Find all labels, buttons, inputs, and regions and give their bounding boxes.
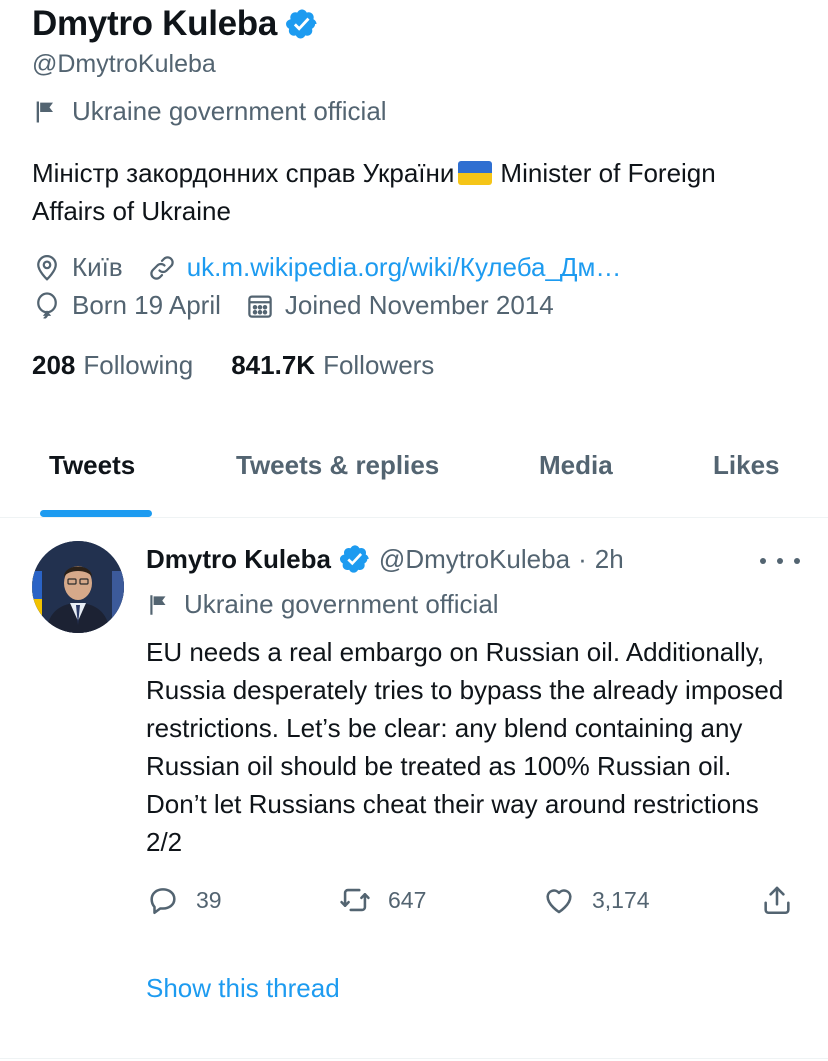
avatar-image [32,541,124,633]
separator-dot: · [578,543,587,574]
joined-item: Joined November 2014 [245,290,554,321]
profile-meta-row-2: Born 19 April Joined November 2014 [32,290,578,321]
tweet-text: EU needs a real embargo on Russian oil. … [146,637,784,857]
profile-handle: @DmytroKuleba [32,50,216,78]
share-icon [764,886,790,915]
active-tab-indicator [40,510,152,517]
divider [0,1058,828,1059]
tweet-card[interactable]: Dmytro Kuleba @DmytroKuleba · 2h Ukraine… [0,519,828,1059]
following-label: Following [83,350,194,380]
tweet-affiliation-label: Ukraine government official [146,589,499,620]
reply-count: 39 [196,886,222,913]
website-item[interactable]: uk.m.wikipedia.org/wiki/Кулеба_Дм… [147,252,622,283]
like-button[interactable]: 3,174 [542,883,650,917]
balloon-icon [37,291,57,319]
followers-label: Followers [323,350,435,380]
like-count: 3,174 [592,886,650,913]
tweet-author-name[interactable]: Dmytro Kuleba [146,544,331,575]
tweet-affiliation-text: Ukraine government official [184,589,499,619]
avatar[interactable] [32,541,124,633]
profile-bio: Міністр закордонних справ України Ministe… [32,154,732,230]
profile-tabs: Tweets Tweets & replies Media Likes [0,430,828,518]
retweet-icon [340,888,370,912]
retweet-count: 647 [388,886,427,913]
link-icon [150,255,174,280]
followers-link[interactable]: 841.7K Followers [231,350,434,381]
reply-icon [150,888,176,915]
tweet-header: Dmytro Kuleba @DmytroKuleba · 2h [146,543,624,575]
verified-badge-icon [339,545,369,573]
more-icon[interactable] [760,549,800,573]
joined-text: Joined November 2014 [284,290,554,320]
verified-badge-icon [286,9,317,39]
show-thread-link[interactable]: Show this thread [146,973,340,1004]
follow-stats: 208 Following 841.7K Followers [32,350,472,381]
flag-icon [36,101,53,122]
tweet-timestamp[interactable]: 2h [595,544,624,575]
profile-name-row: Dmytro Kuleba [32,2,319,46]
profile-meta-row-1: Київ uk.m.wikipedia.org/wiki/Кулеба_Дм… [32,252,645,283]
share-button[interactable] [760,883,810,917]
tweet-author-handle[interactable]: @DmytroKuleba [379,544,570,575]
following-count: 208 [32,350,76,380]
followers-count: 841.7K [231,350,316,380]
tab-tweets[interactable]: Tweets [49,450,135,481]
profile-name: Dmytro Kuleba [32,4,278,43]
birthday-text: Born 19 April [72,290,221,320]
following-link[interactable]: 208 Following [32,350,193,381]
location-item: Київ [32,252,123,283]
tab-tweets-replies[interactable]: Tweets & replies [236,450,439,481]
flag-icon [150,594,166,615]
ukraine-flag-icon [458,161,493,185]
tab-likes[interactable]: Likes [713,450,780,481]
website-link[interactable]: uk.m.wikipedia.org/wiki/Кулеба_Дм… [187,252,622,283]
location-icon [37,254,57,281]
bio-ukrainian-text: Міністр закордонних справ України [32,158,455,188]
calendar-icon [248,295,272,318]
location-text: Київ [72,252,123,282]
retweet-button[interactable]: 647 [338,883,426,917]
tab-media[interactable]: Media [539,450,613,481]
affiliation-text: Ukraine government official [72,96,387,126]
birthday-item: Born 19 April [32,290,221,321]
like-icon [546,889,572,914]
tweet-actions: 39 647 3,174 [0,883,828,923]
reply-button[interactable]: 39 [146,883,222,917]
profile-affiliation-label: Ukraine government official [32,96,387,127]
